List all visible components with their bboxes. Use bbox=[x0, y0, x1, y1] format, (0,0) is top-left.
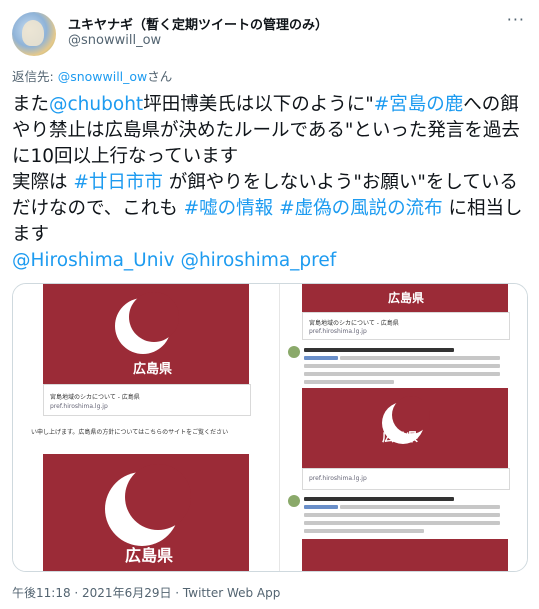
author-handle[interactable]: @snowwill_ow bbox=[68, 33, 161, 48]
mini-avatar bbox=[288, 495, 300, 507]
mention-hiroshima-univ[interactable]: @Hiroshima_Univ bbox=[12, 250, 175, 271]
mini-tweet-line bbox=[304, 529, 424, 533]
text-segment: また bbox=[12, 94, 50, 115]
pref-label: 広島県 bbox=[133, 362, 173, 377]
more-options-icon[interactable]: ··· bbox=[507, 10, 525, 29]
card-url: pref.hiroshima.lg.jp bbox=[309, 328, 367, 335]
reply-mention-link[interactable]: @snowwill_ow bbox=[58, 69, 148, 84]
text-segment: 坪田博美氏は以下のように" bbox=[143, 94, 374, 115]
tweet-image[interactable]: 広島県 宮島地域のシカについて - 広島県 pref.hiroshima.lg.… bbox=[12, 283, 528, 572]
tweet-timestamp[interactable]: 午後11:18 · 2021年6月29日 · Twitter Web App bbox=[12, 584, 280, 601]
avatar[interactable] bbox=[12, 12, 56, 56]
mini-tweet-line bbox=[304, 372, 500, 376]
hashtag-hatsukaichi[interactable]: #廿日市市 bbox=[73, 172, 163, 193]
mini-tweet-line bbox=[304, 497, 454, 501]
screenshot-right: 広島県 宮島地域のシカについて - 広島県 pref.hiroshima.lg.… bbox=[280, 284, 527, 571]
pref-card-image: 広島県 bbox=[43, 284, 249, 384]
mini-tweet-line bbox=[304, 364, 500, 368]
card-title: 宮島地域のシカについて - 広島県 bbox=[309, 320, 399, 327]
mini-avatar bbox=[288, 346, 300, 358]
mention-chuboht[interactable]: @chuboht bbox=[49, 94, 143, 115]
card-caption: pref.hiroshima.lg.jp bbox=[302, 468, 510, 490]
mini-tweet-line bbox=[304, 380, 394, 384]
tweet-header: ユキヤナギ（暫く定期ツイートの管理のみ） @snowwill_ow ··· bbox=[12, 10, 527, 60]
mini-tweet-line bbox=[304, 513, 500, 517]
avatar-figure bbox=[22, 20, 44, 46]
pref-card-image bbox=[302, 539, 508, 571]
card-url: pref.hiroshima.lg.jp bbox=[50, 403, 108, 410]
tweet-paragraph-1: また@chuboht坪田博美氏は以下のように"#宮島の鹿への餌やり禁止は広島県が… bbox=[12, 92, 532, 170]
card-url: pref.hiroshima.lg.jp bbox=[309, 475, 367, 482]
mini-tweet-line bbox=[304, 521, 500, 525]
reply-prefix: 返信先: bbox=[12, 69, 58, 84]
mini-tweet-line bbox=[340, 505, 500, 509]
pref-card-image: 広島県 bbox=[302, 388, 508, 468]
hashtag-miyajima-deer[interactable]: #宮島の鹿 bbox=[374, 94, 464, 115]
hashtag-false-info[interactable]: #嘘の情報 bbox=[184, 198, 274, 219]
screenshot-left: 広島県 宮島地域のシカについて - 広島県 pref.hiroshima.lg.… bbox=[13, 284, 280, 571]
mini-tweet-line bbox=[304, 348, 454, 352]
mini-tweet-line bbox=[340, 356, 500, 360]
tweet-paragraph-3: @Hiroshima_Univ @hiroshima_pref bbox=[12, 248, 532, 274]
logo-cutout bbox=[129, 292, 179, 342]
tweet-paragraph-2: 実際は #廿日市市 が餌やりをしないよう"お願い"をしているだけなので、これも … bbox=[12, 170, 532, 248]
mini-hashtag bbox=[304, 356, 338, 360]
pref-card-image: 広島県 bbox=[43, 454, 249, 571]
tweet-text: また@chuboht坪田博美氏は以下のように"#宮島の鹿への餌やり禁止は広島県が… bbox=[12, 92, 532, 274]
reply-to-line: 返信先: @snowwill_owさん bbox=[12, 66, 172, 85]
left-text: い申し上げます。広島県の方針についてはこちらのサイトをご覧ください bbox=[31, 429, 229, 436]
pref-label: 広島県 bbox=[125, 546, 174, 565]
mini-hashtag bbox=[304, 505, 338, 509]
mention-hiroshima-pref[interactable]: @hiroshima_pref bbox=[180, 250, 336, 271]
author-name[interactable]: ユキヤナギ（暫く定期ツイートの管理のみ） bbox=[68, 14, 328, 33]
reply-suffix: さん bbox=[147, 69, 173, 84]
card-caption: 宮島地域のシカについて - 広島県 pref.hiroshima.lg.jp bbox=[43, 384, 251, 416]
hashtag-false-rumor[interactable]: #虚偽の風説の流布 bbox=[279, 198, 443, 219]
text-segment: 実際は bbox=[12, 172, 74, 193]
logo-cutout bbox=[125, 464, 191, 530]
card-title: 宮島地域のシカについて - 広島県 bbox=[50, 394, 140, 401]
card-caption: 宮島地域のシカについて - 広島県 pref.hiroshima.lg.jp bbox=[302, 312, 510, 340]
pref-label: 広島県 bbox=[382, 430, 419, 444]
pref-label: 広島県 bbox=[388, 291, 425, 305]
pref-card-image: 広島県 bbox=[302, 284, 508, 312]
